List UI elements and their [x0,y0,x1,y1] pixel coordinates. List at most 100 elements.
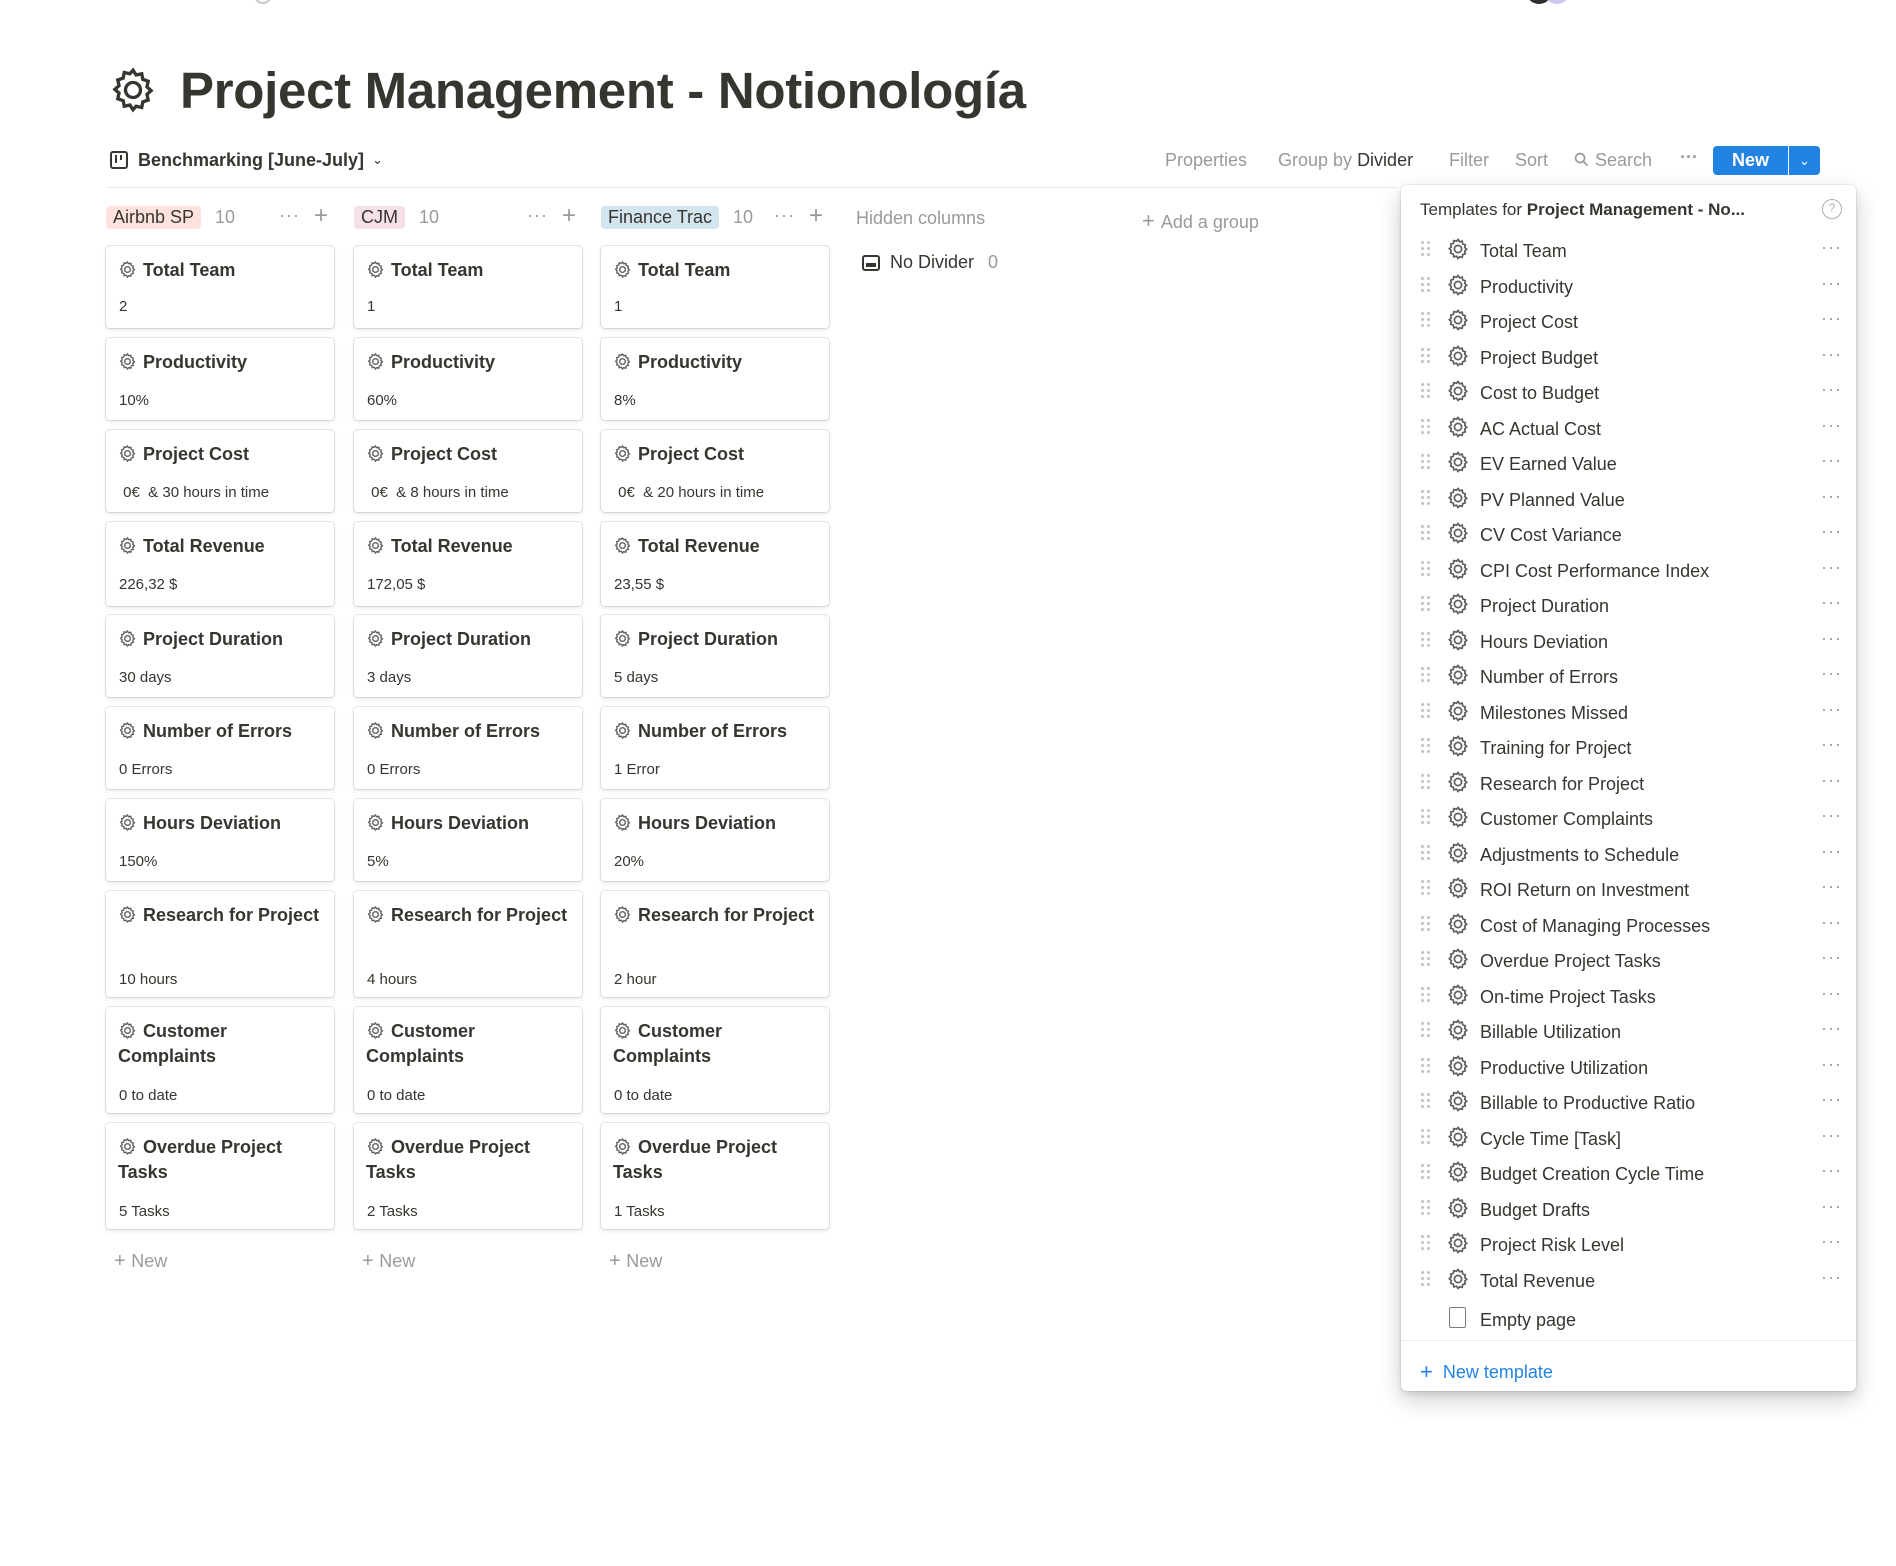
drag-handle-icon[interactable] [1421,667,1431,685]
template-item[interactable]: Budget Creation Cycle Time ··· [1401,1156,1856,1191]
template-item[interactable]: Hours Deviation ··· [1401,624,1856,659]
template-more-icon[interactable]: ··· [1821,734,1842,755]
group-by-button[interactable]: Group by Divider [1278,146,1413,174]
column-add-icon[interactable]: + [809,202,823,230]
board-card[interactable]: Productivity 60% [354,338,582,420]
template-item[interactable]: Cycle Time [Task] ··· [1401,1121,1856,1156]
template-item[interactable]: PV Planned Value ··· [1401,482,1856,517]
board-card[interactable]: Customer Complaints 0 to date [601,1007,829,1113]
properties-button[interactable]: Properties [1165,146,1247,174]
board-card[interactable]: Total Revenue 172,05 $ [354,522,582,606]
template-item[interactable]: Billable Utilization ··· [1401,1014,1856,1049]
group-tag[interactable]: Airbnb SP [106,205,202,229]
column-add-icon[interactable]: + [314,202,328,230]
drag-handle-icon[interactable] [1421,809,1431,827]
drag-handle-icon[interactable] [1421,454,1431,472]
drag-handle-icon[interactable] [1421,596,1431,614]
drag-handle-icon[interactable] [1421,915,1431,934]
template-item[interactable]: Productive Utilization ··· [1401,1050,1856,1085]
drag-handle-icon[interactable] [1421,489,1431,508]
template-item[interactable]: Budget Drafts ··· [1401,1192,1856,1227]
board-card[interactable]: Overdue Project Tasks 1 Tasks [601,1123,829,1229]
add-group-button[interactable]: + Add a group [1142,208,1259,234]
template-more-icon[interactable]: ··· [1821,1054,1842,1075]
column-new-button[interactable]: + New [609,1250,662,1273]
avatar[interactable] [1544,0,1570,4]
template-item[interactable]: Cost of Managing Processes ··· [1401,908,1856,943]
board-card[interactable]: Total Revenue 23,55 $ [601,522,829,606]
search-button[interactable]: Search [1574,146,1652,174]
template-more-icon[interactable]: ··· [1821,912,1842,933]
board-card[interactable]: Overdue Project Tasks 2 Tasks [354,1123,582,1229]
template-more-icon[interactable]: ··· [1821,273,1842,294]
column-more-icon[interactable]: ··· [774,205,795,226]
board-card[interactable]: Customer Complaints 0 to date [106,1007,334,1113]
template-more-icon[interactable]: ··· [1821,379,1842,400]
template-more-icon[interactable]: ··· [1821,592,1842,613]
drag-handle-icon[interactable] [1421,880,1431,898]
template-item[interactable]: CV Cost Variance ··· [1401,517,1856,552]
board-card[interactable]: Number of Errors 1 Error [601,707,829,789]
hidden-group-no-divider[interactable]: No Divider 0 [862,252,998,273]
template-more-icon[interactable]: ··· [1821,983,1842,1004]
drag-handle-icon[interactable] [1421,525,1431,543]
drag-handle-icon[interactable] [1421,276,1431,295]
drag-handle-icon[interactable] [1421,418,1431,437]
template-more-icon[interactable]: ··· [1821,1089,1842,1110]
board-card[interactable]: Project Duration 3 days [354,615,582,697]
drag-handle-icon[interactable] [1421,631,1431,650]
board-card[interactable]: Project Cost 0€ & 30 hours in time [106,430,334,512]
template-more-icon[interactable]: ··· [1821,841,1842,862]
more-options-button[interactable]: ··· [1680,143,1698,171]
template-more-icon[interactable]: ··· [1821,521,1842,542]
template-item[interactable]: Cost to Budget ··· [1401,375,1856,410]
drag-handle-icon[interactable] [1421,1093,1431,1111]
board-card[interactable]: Productivity 10% [106,338,334,420]
template-more-icon[interactable]: ··· [1821,308,1842,329]
template-more-icon[interactable]: ··· [1821,628,1842,649]
help-icon[interactable]: ? [1822,199,1842,219]
template-more-icon[interactable]: ··· [1821,450,1842,471]
template-item[interactable]: ROI Return on Investment ··· [1401,872,1856,907]
empty-page-template[interactable]: Empty page [1401,1302,1856,1337]
template-item[interactable]: EV Earned Value ··· [1401,446,1856,481]
board-card[interactable]: Number of Errors 0 Errors [354,707,582,789]
drag-handle-icon[interactable] [1421,347,1431,366]
sort-button[interactable]: Sort [1515,146,1548,174]
drag-handle-icon[interactable] [1421,1199,1431,1218]
board-card[interactable]: Hours Deviation 150% [106,799,334,881]
drag-handle-icon[interactable] [1421,951,1431,969]
board-card[interactable]: Hours Deviation 5% [354,799,582,881]
template-more-icon[interactable]: ··· [1821,1267,1842,1288]
template-item[interactable]: Adjustments to Schedule ··· [1401,837,1856,872]
template-item[interactable]: Number of Errors ··· [1401,659,1856,694]
filter-button[interactable]: Filter [1449,146,1489,174]
template-more-icon[interactable]: ··· [1821,1160,1842,1181]
drag-handle-icon[interactable] [1421,702,1431,721]
drag-handle-icon[interactable] [1421,1022,1431,1040]
board-card[interactable]: Total Team 1 [601,246,829,328]
template-more-icon[interactable]: ··· [1821,1125,1842,1146]
view-selector[interactable]: Benchmarking [June-July] ⌄ [110,146,383,174]
template-more-icon[interactable]: ··· [1821,770,1842,791]
template-item[interactable]: Milestones Missed ··· [1401,695,1856,730]
board-card[interactable]: Research for Project 4 hours [354,891,582,997]
template-more-icon[interactable]: ··· [1821,557,1842,578]
board-card[interactable]: Number of Errors 0 Errors [106,707,334,789]
board-card[interactable]: Total Team 2 [106,246,334,328]
template-item[interactable]: AC Actual Cost ··· [1401,411,1856,446]
template-more-icon[interactable]: ··· [1821,1231,1842,1252]
group-tag[interactable]: CJM [354,205,405,229]
column-header[interactable]: Airbnb SP 10 ··· + [106,200,334,234]
drag-handle-icon[interactable] [1421,1235,1431,1253]
board-card[interactable]: Project Cost 0€ & 8 hours in time [354,430,582,512]
drag-handle-icon[interactable] [1421,1057,1431,1076]
template-more-icon[interactable]: ··· [1821,1196,1842,1217]
template-item[interactable]: Billable to Productive Ratio ··· [1401,1085,1856,1120]
page-title[interactable]: Project Management - Notionología [180,61,1026,120]
group-tag[interactable]: Finance Trac [601,205,720,229]
template-item[interactable]: Project Cost ··· [1401,304,1856,339]
template-item[interactable]: Research for Project ··· [1401,766,1856,801]
template-more-icon[interactable]: ··· [1821,237,1842,258]
column-header[interactable]: Finance Trac 10 ··· + [601,200,829,234]
